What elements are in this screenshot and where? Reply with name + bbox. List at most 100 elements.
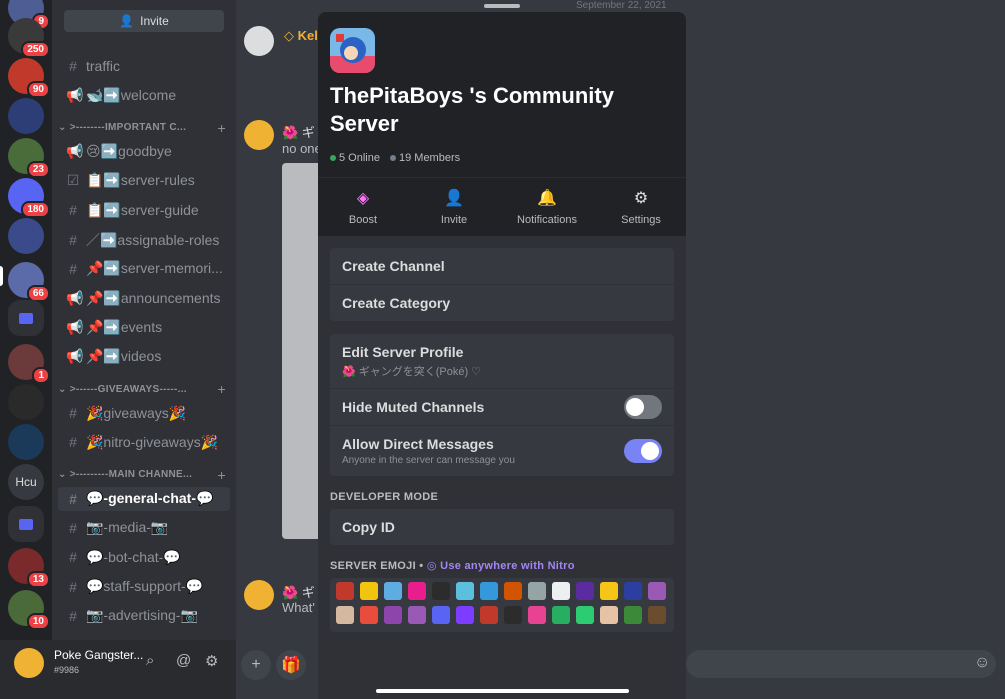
channel-item[interactable]: # 📋➡️server-guide	[58, 198, 230, 222]
custom-emoji[interactable]	[600, 582, 618, 600]
custom-emoji[interactable]	[600, 606, 618, 624]
mention-icon[interactable]: @	[176, 652, 191, 669]
server-icon[interactable]: 90	[8, 58, 50, 98]
channel-item[interactable]: 📢 📌➡️announcements	[58, 286, 230, 310]
channel-item[interactable]: # 🎉nitro-giveaways🎉	[58, 430, 230, 454]
megaphone-icon: 📢	[66, 318, 84, 335]
folder-icon[interactable]	[8, 506, 44, 542]
message-image[interactable]	[282, 163, 322, 539]
custom-emoji[interactable]	[336, 606, 354, 624]
server-icon[interactable]	[8, 98, 44, 134]
plus-icon[interactable]: +	[218, 120, 226, 136]
channel-item[interactable]: 📢 📌➡️events	[58, 315, 230, 339]
custom-emoji[interactable]	[432, 582, 450, 600]
custom-emoji[interactable]	[624, 606, 642, 624]
custom-emoji[interactable]	[384, 582, 402, 600]
custom-emoji[interactable]	[528, 606, 546, 624]
hash-icon: #	[69, 549, 77, 566]
server-icon[interactable]	[8, 424, 44, 460]
custom-emoji[interactable]	[336, 582, 354, 600]
channel-item[interactable]: # ／➡️assignable-roles	[58, 228, 230, 252]
custom-emoji[interactable]	[552, 606, 570, 624]
channel-name: 🎉giveaways🎉	[86, 404, 187, 421]
server-nickname: 🌺 ギャングを突く(Poké) ♡	[342, 365, 482, 378]
hash-icon: #	[69, 202, 77, 219]
custom-emoji[interactable]	[528, 582, 546, 600]
server-icon[interactable]: 250	[8, 18, 50, 58]
custom-emoji[interactable]	[456, 582, 474, 600]
search-icon[interactable]: ⌕	[146, 652, 154, 669]
server-icon[interactable]: 1	[8, 344, 50, 384]
custom-emoji[interactable]	[360, 582, 378, 600]
custom-emoji[interactable]	[648, 606, 666, 624]
channel-item[interactable]: # 💬-general-chat-💬	[58, 486, 230, 511]
gift-icon[interactable]: 🎁	[276, 650, 306, 680]
invite-action-button[interactable]: 👤 Invite	[409, 188, 499, 226]
channel-item[interactable]: ☑ 📋➡️server-rules	[58, 169, 230, 193]
custom-emoji[interactable]	[408, 582, 426, 600]
custom-emoji[interactable]	[432, 606, 450, 624]
channel-item[interactable]: 📢 🐋➡️welcome	[58, 83, 230, 107]
folder-icon[interactable]	[8, 300, 44, 336]
plus-icon[interactable]: +	[218, 467, 226, 483]
custom-emoji[interactable]	[480, 582, 498, 600]
drag-handle[interactable]	[484, 4, 520, 8]
boost-button[interactable]: ◈ Boost	[318, 188, 408, 226]
channel-item[interactable]: # 📷-media-📷	[58, 516, 230, 540]
custom-emoji[interactable]	[648, 582, 666, 600]
channel-item[interactable]: 📢 📌➡️videos	[58, 345, 230, 369]
custom-emoji[interactable]	[360, 606, 378, 624]
custom-emoji[interactable]	[624, 582, 642, 600]
message-input[interactable]	[686, 650, 996, 678]
hide-muted-toggle[interactable]	[624, 395, 662, 419]
create-category-row[interactable]: Create Category	[330, 285, 674, 321]
server-icon[interactable]: 66	[8, 262, 50, 302]
avatar[interactable]	[244, 26, 274, 56]
copy-id-row[interactable]: Copy ID	[330, 509, 674, 545]
edit-server-profile-row[interactable]: Edit Server Profile 🌺 ギャングを突く(Poké) ♡	[330, 334, 674, 389]
avatar[interactable]	[14, 648, 44, 678]
channel-category[interactable]: ⌄ >------GIVEAWAYS-----... +	[58, 381, 230, 397]
custom-emoji[interactable]	[576, 582, 594, 600]
channel-item[interactable]: # 📌➡️server-memori...	[58, 257, 230, 281]
custom-emoji[interactable]	[552, 582, 570, 600]
emoji-icon[interactable]: ☺	[974, 654, 990, 672]
server-icon[interactable]: 10	[8, 590, 50, 630]
mention-badge: 90	[26, 81, 50, 98]
server-icon[interactable]	[8, 384, 44, 420]
create-channel-row[interactable]: Create Channel	[330, 248, 674, 285]
channel-category[interactable]: ⌄ >---------MAIN CHANNE... +	[58, 467, 230, 483]
server-icon[interactable]: Hcu	[8, 464, 44, 500]
server-icon[interactable]: 180	[8, 178, 50, 218]
custom-emoji[interactable]	[456, 606, 474, 624]
custom-emoji[interactable]	[480, 606, 498, 624]
custom-emoji[interactable]	[384, 606, 402, 624]
avatar[interactable]	[244, 120, 274, 150]
custom-emoji[interactable]	[504, 582, 522, 600]
server-icon[interactable]: 23	[8, 138, 50, 178]
message-text: no one	[282, 141, 322, 156]
channel-item[interactable]: # 🎉giveaways🎉	[58, 401, 230, 425]
custom-emoji[interactable]	[408, 606, 426, 624]
plus-icon[interactable]: +	[241, 650, 271, 680]
channel-item[interactable]: # traffic	[58, 54, 230, 78]
channel-item[interactable]: # 💬staff-support-💬	[58, 575, 230, 599]
channel-item[interactable]: # 💬-bot-chat-💬	[58, 545, 230, 569]
channel-category[interactable]: ⌄ >--------IMPORTANT C... +	[58, 120, 230, 136]
avatar[interactable]	[244, 580, 274, 610]
settings-button[interactable]: ⚙ Settings	[596, 188, 686, 226]
channel-name: 😢➡️goodbye	[86, 143, 172, 160]
custom-emoji[interactable]	[504, 606, 522, 624]
channel-item[interactable]: # 📷-advertising-📷	[58, 604, 230, 628]
allow-dms-toggle[interactable]	[624, 439, 662, 463]
message-author: 🌺 ギ	[282, 125, 315, 140]
notifications-button[interactable]: 🔔 Notifications	[502, 188, 592, 226]
nitro-link[interactable]: Use anywhere with Nitro	[440, 560, 575, 572]
gear-icon[interactable]: ⚙	[205, 652, 218, 670]
server-icon[interactable]	[8, 218, 44, 254]
invite-button[interactable]: 👤 Invite	[64, 10, 224, 32]
plus-icon[interactable]: +	[218, 381, 226, 397]
custom-emoji[interactable]	[576, 606, 594, 624]
channel-item[interactable]: 📢 😢➡️goodbye	[58, 140, 230, 164]
server-icon[interactable]: 13	[8, 548, 50, 588]
